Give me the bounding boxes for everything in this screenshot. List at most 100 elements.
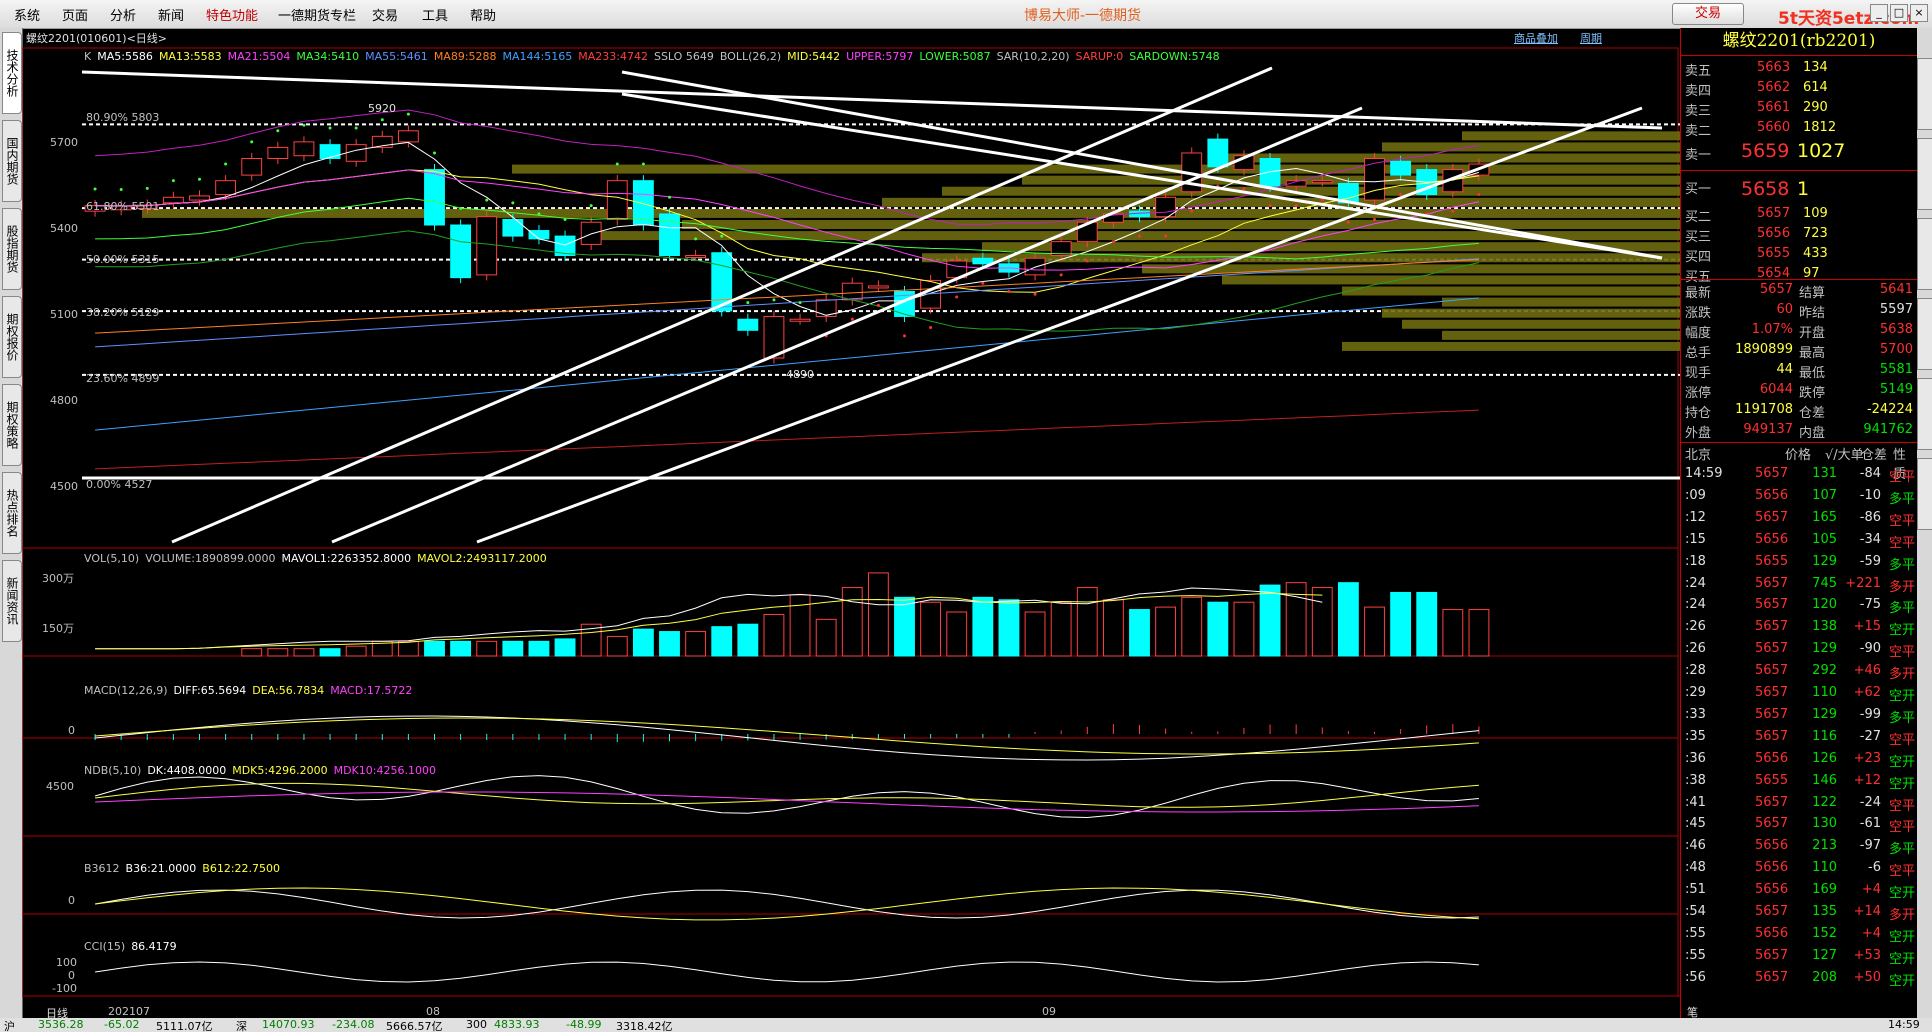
kline-chart-area[interactable]: 螺纹2201(010601)<日线> 商品叠加 周期 K MA5:5586 MA13… bbox=[22, 28, 1680, 1020]
tick-vol: 107 bbox=[1812, 487, 1837, 503]
cci-line bbox=[95, 961, 1479, 983]
main-ind-13: LOWER:5087 bbox=[919, 50, 991, 63]
stat-row[interactable]: 持仓 1191708 仓差 -24224 bbox=[1681, 402, 1917, 422]
tick-row[interactable]: :35 5657 116 -27 空平 bbox=[1681, 729, 1917, 749]
tick-row[interactable]: :48 5656 110 -6 空平 bbox=[1681, 860, 1917, 880]
volume-bar bbox=[1337, 582, 1359, 657]
stat-row[interactable]: 外盘 949137 内盘 941762 bbox=[1681, 422, 1917, 442]
tick-row[interactable]: :24 5657 120 -75 多平 bbox=[1681, 597, 1917, 617]
right-tab-1[interactable] bbox=[1917, 58, 1932, 130]
menu-special[interactable]: 特色功能 bbox=[206, 5, 258, 24]
menu-tools[interactable]: 工具 bbox=[422, 5, 448, 24]
menu-page[interactable]: 页面 bbox=[62, 5, 88, 24]
stat-row[interactable]: 涨停 6044 跌停 5149 bbox=[1681, 382, 1917, 402]
tick-row[interactable]: :38 5655 146 +12 空开 bbox=[1681, 773, 1917, 793]
tick-time: :26 bbox=[1685, 641, 1706, 657]
tick-row[interactable]: :26 5657 138 +15 空开 bbox=[1681, 619, 1917, 639]
tick-row[interactable]: :51 5656 169 +4 空开 bbox=[1681, 882, 1917, 902]
stat-row[interactable]: 总手 1890899 最高 5700 bbox=[1681, 342, 1917, 362]
menu-trade[interactable]: 交易 bbox=[372, 5, 398, 24]
tick-row[interactable]: :36 5656 126 +23 空开 bbox=[1681, 751, 1917, 771]
tick-row[interactable]: :46 5656 213 -97 多平 bbox=[1681, 838, 1917, 858]
menu-news[interactable]: 新闻 bbox=[158, 5, 184, 24]
stat-label: 幅度 bbox=[1685, 326, 1712, 341]
tab-option-quotes[interactable]: 期权报价 bbox=[2, 296, 22, 378]
candle-body bbox=[189, 195, 210, 201]
sar-dot bbox=[511, 201, 515, 205]
right-tab-6[interactable] bbox=[1917, 458, 1932, 530]
tick-row[interactable]: :55 5657 127 +53 空开 bbox=[1681, 948, 1917, 968]
tick-row[interactable]: :29 5657 110 +62 空开 bbox=[1681, 685, 1917, 705]
period-link[interactable]: 周期 bbox=[1580, 30, 1602, 46]
bid-row[interactable]: 买二 5657 109 bbox=[1681, 206, 1917, 226]
tab-technical[interactable]: 技术分析 bbox=[2, 32, 22, 114]
menu-analysis[interactable]: 分析 bbox=[110, 5, 136, 24]
tick-row[interactable]: :28 5657 292 +46 多开 bbox=[1681, 663, 1917, 683]
candle-body bbox=[841, 282, 863, 301]
tick-row[interactable]: :18 5655 129 -59 多平 bbox=[1681, 554, 1917, 574]
right-tab-5[interactable] bbox=[1917, 378, 1932, 450]
tick-nature: 空平 bbox=[1889, 732, 1916, 748]
right-tab-4[interactable] bbox=[1917, 298, 1932, 370]
main-ind-11: MID:5442 bbox=[787, 50, 841, 63]
tab-hot-ranking[interactable]: 热点排名 bbox=[2, 472, 22, 554]
ask-row[interactable]: 卖二 5660 1812 bbox=[1681, 120, 1917, 140]
tick-vol: 213 bbox=[1812, 838, 1837, 854]
stat-row[interactable]: 幅度 1.07% 开盘 5638 bbox=[1681, 322, 1917, 342]
ask-row[interactable]: 卖五 5663 134 bbox=[1681, 60, 1917, 80]
tick-price: 5657 bbox=[1755, 947, 1789, 963]
stat-row[interactable]: 最新 5657 结算 5641 bbox=[1681, 282, 1917, 302]
menu-help[interactable]: 帮助 bbox=[470, 5, 496, 24]
maximize-icon[interactable]: □ bbox=[1890, 4, 1908, 22]
volume-bar bbox=[476, 640, 498, 657]
tick-row[interactable]: :33 5657 129 -99 多平 bbox=[1681, 707, 1917, 727]
tick-row[interactable]: :55 5656 152 +4 空开 bbox=[1681, 926, 1917, 946]
tick-row[interactable]: :12 5657 165 -86 空平 bbox=[1681, 510, 1917, 530]
menu-yide-column[interactable]: 一德期货专栏 bbox=[278, 5, 356, 24]
volume-bar bbox=[815, 618, 837, 657]
tick-header: 北京 价格 √/大单 仓差 性质 bbox=[1681, 444, 1917, 482]
tick-time: :45 bbox=[1685, 816, 1706, 832]
tab-index-futures[interactable]: 股指期货 bbox=[2, 208, 22, 290]
stat-value: 949137 bbox=[1743, 422, 1793, 437]
stat-row[interactable]: 现手 44 最低 5581 bbox=[1681, 362, 1917, 382]
ask-row[interactable]: 卖三 5661 290 bbox=[1681, 100, 1917, 120]
ask-row[interactable]: 卖四 5662 614 bbox=[1681, 80, 1917, 100]
bid-row[interactable]: 买三 5656 723 bbox=[1681, 226, 1917, 246]
tick-time: :29 bbox=[1685, 685, 1706, 700]
time-label-sep: 09 bbox=[1042, 1005, 1056, 1018]
volume-bar bbox=[946, 611, 968, 657]
tick-row[interactable]: :15 5656 105 -34 空平 bbox=[1681, 532, 1917, 552]
tick-row[interactable]: :26 5657 129 -90 空平 bbox=[1681, 641, 1917, 661]
right-tab-2[interactable] bbox=[1917, 138, 1932, 210]
tick-header-vol: √/大单 bbox=[1825, 448, 1864, 463]
trade-button[interactable]: 交易 bbox=[1672, 3, 1744, 25]
price-axis-4500: 4500 bbox=[50, 480, 78, 493]
tab-option-strategy[interactable]: 期权策略 bbox=[2, 384, 22, 466]
status-300-index: 4833.93 bbox=[494, 1018, 540, 1031]
stat-row[interactable]: 涨跌 60 昨结 5597 bbox=[1681, 302, 1917, 322]
tick-row[interactable]: :24 5657 745 +221 多开 bbox=[1681, 576, 1917, 596]
minimize-icon[interactable]: _ bbox=[1870, 4, 1888, 22]
volume-bar bbox=[1364, 606, 1385, 657]
bid-row[interactable]: 买一 5658 1 bbox=[1681, 178, 1917, 200]
stat-label: 持仓 bbox=[1685, 406, 1712, 421]
tick-row[interactable]: :54 5657 135 +14 多开 bbox=[1681, 904, 1917, 924]
tab-news-info[interactable]: 新闻资讯 bbox=[2, 560, 22, 642]
tick-row[interactable]: :45 5657 130 -61 空平 bbox=[1681, 816, 1917, 836]
volume-bar bbox=[397, 640, 419, 657]
menu-system[interactable]: 系统 bbox=[14, 5, 40, 24]
tick-time: :36 bbox=[1685, 750, 1706, 766]
overlay-link[interactable]: 商品叠加 bbox=[1514, 30, 1558, 46]
tick-row[interactable]: :09 5656 107 -10 多平 bbox=[1681, 488, 1917, 508]
ask-row[interactable]: 卖一 5659 1027 bbox=[1681, 140, 1917, 164]
tick-row[interactable]: 14:59 5657 131 -84 空平 bbox=[1681, 466, 1917, 486]
close-icon[interactable]: × bbox=[1910, 4, 1928, 22]
tick-row[interactable]: :56 5657 208 +50 空开 bbox=[1681, 970, 1917, 990]
bid-row[interactable]: 买四 5655 433 bbox=[1681, 246, 1917, 266]
main-ind-2: MA13:5583 bbox=[158, 50, 222, 63]
tick-nature: 空平 bbox=[1889, 513, 1916, 529]
tab-domestic-futures[interactable]: 国内期货 bbox=[2, 120, 22, 202]
right-tab-3[interactable] bbox=[1917, 218, 1932, 290]
tick-row[interactable]: :41 5657 122 -24 空平 bbox=[1681, 795, 1917, 815]
